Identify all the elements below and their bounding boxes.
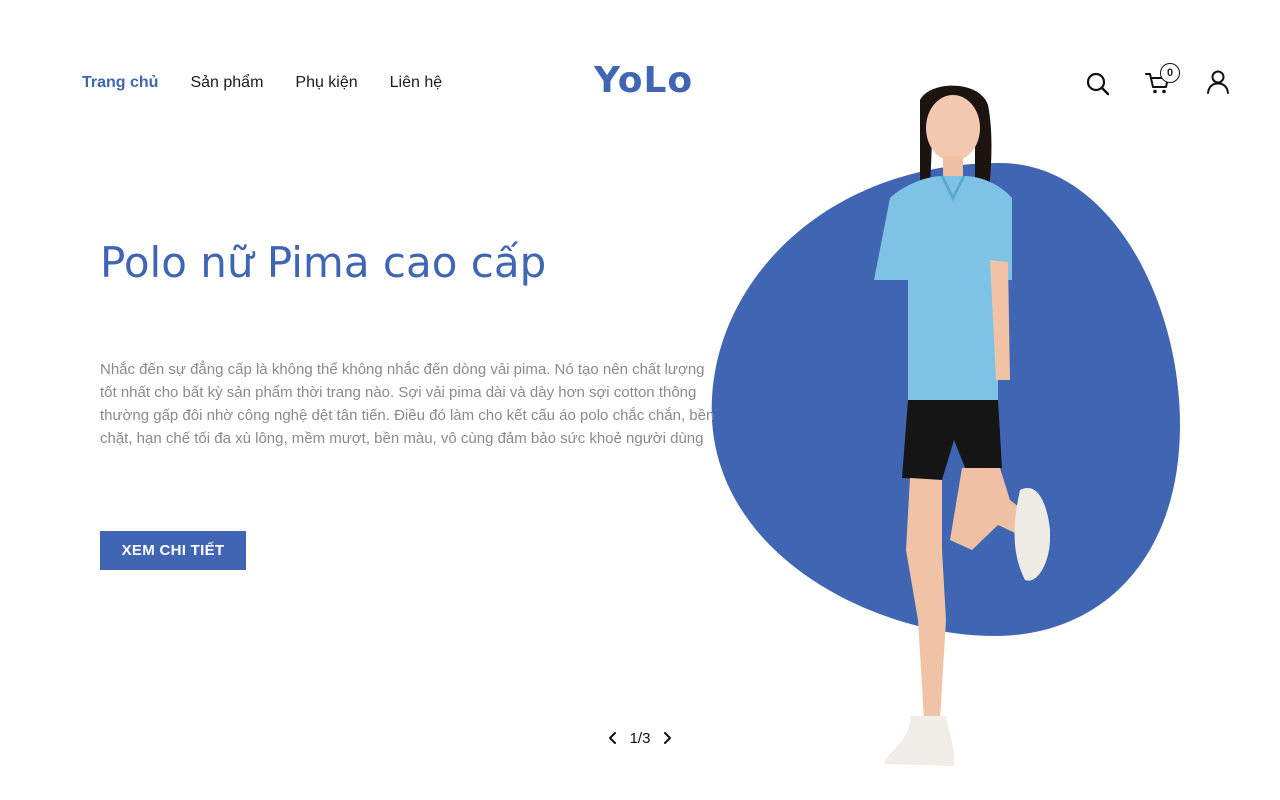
nav-item-accessories[interactable]: Phụ kiện	[295, 74, 357, 92]
brand-logo[interactable]: YoLo	[594, 60, 693, 101]
nav-item-contact[interactable]: Liên hệ	[390, 74, 443, 92]
search-icon	[1086, 72, 1110, 96]
cart-count-badge: 0	[1160, 63, 1180, 83]
site-header: Trang chủ Sản phẩm Phụ kiện Liên hệ YoLo…	[0, 0, 1280, 168]
chevron-left-icon	[609, 732, 616, 744]
nav-item-products[interactable]: Sản phẩm	[190, 74, 263, 92]
slider-pager: 1/3	[606, 728, 674, 748]
slide-indicator: 1/3	[629, 729, 651, 747]
chevron-right-icon	[663, 732, 671, 744]
header-actions: 0	[1084, 63, 1244, 100]
nav-item-home[interactable]: Trang chủ	[82, 74, 158, 92]
search-button[interactable]	[1084, 70, 1112, 98]
prev-slide-button[interactable]	[606, 730, 620, 746]
account-button[interactable]	[1204, 68, 1232, 96]
user-icon	[1207, 70, 1229, 94]
hero-description: Nhắc đến sự đẳng cấp là không thể không …	[100, 361, 715, 447]
hero-model-image	[874, 85, 1050, 766]
main-nav: Trang chủ Sản phẩm Phụ kiện Liên hệ	[82, 74, 442, 92]
cart-button[interactable]: 0	[1144, 63, 1180, 96]
view-details-button[interactable]: XEM CHI TIẾT	[100, 531, 246, 570]
next-slide-button[interactable]	[660, 730, 674, 746]
hero-title: Polo nữ Pima cao cấp	[100, 238, 547, 287]
